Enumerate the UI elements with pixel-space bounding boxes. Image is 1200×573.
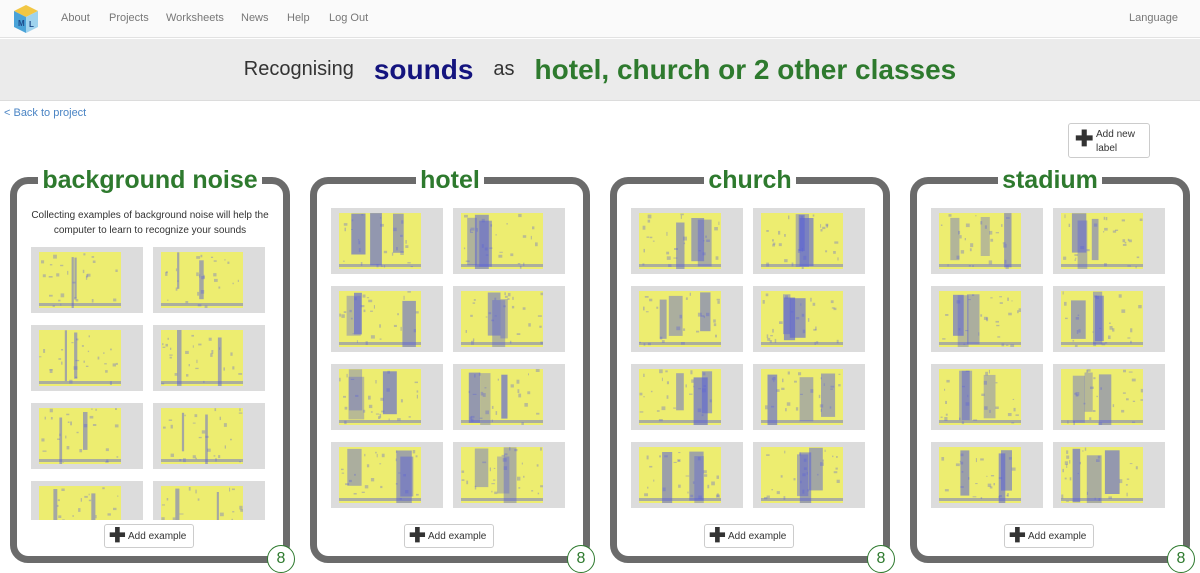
add-example-button[interactable]: ✚ Add example <box>404 524 494 548</box>
example-count-badge: 8 <box>267 545 295 573</box>
ml-cube-logo-icon[interactable]: M L <box>12 3 40 35</box>
sound-example-spectrogram[interactable] <box>31 481 143 520</box>
page-title: Recognising sounds as hotel, church or 2… <box>0 39 1200 101</box>
plus-icon: ✚ <box>709 525 726 547</box>
label-name: background noise <box>38 166 262 194</box>
nav-help[interactable]: Help <box>287 12 310 24</box>
add-example-button[interactable]: ✚ Add example <box>104 524 194 548</box>
sound-example-spectrogram[interactable] <box>453 364 565 430</box>
sound-example-spectrogram[interactable] <box>1053 286 1165 352</box>
nav-worksheets[interactable]: Worksheets <box>166 12 224 24</box>
examples-grid <box>631 208 869 520</box>
label-description: Collecting examples of background noise … <box>31 210 269 236</box>
back-to-project-link[interactable]: < Back to project <box>4 107 86 119</box>
sound-example-spectrogram[interactable] <box>153 325 265 391</box>
example-count-badge: 8 <box>1167 545 1195 573</box>
sound-example-spectrogram[interactable] <box>753 364 865 430</box>
sound-example-spectrogram[interactable] <box>1053 442 1165 508</box>
sound-example-spectrogram[interactable] <box>331 364 443 430</box>
nav-projects[interactable]: Projects <box>109 12 149 24</box>
title-prefix: Recognising <box>243 58 354 80</box>
sound-example-spectrogram[interactable] <box>453 442 565 508</box>
example-count-badge: 8 <box>567 545 595 573</box>
add-new-label-button[interactable]: ✚ Add new label <box>1068 123 1150 158</box>
label-name: church <box>704 166 796 194</box>
example-count-badge: 8 <box>867 545 895 573</box>
add-example-button[interactable]: ✚ Add example <box>704 524 794 548</box>
sound-example-spectrogram[interactable] <box>931 208 1043 274</box>
add-example-text: Add example <box>728 531 787 542</box>
sound-example-spectrogram[interactable] <box>931 286 1043 352</box>
add-example-text: Add example <box>428 531 487 542</box>
sound-example-spectrogram[interactable] <box>153 481 265 520</box>
sound-example-spectrogram[interactable] <box>31 325 143 391</box>
svg-text:M: M <box>18 19 25 28</box>
sound-example-spectrogram[interactable] <box>453 208 565 274</box>
examples-grid <box>931 208 1169 520</box>
add-example-text: Add example <box>1028 531 1087 542</box>
add-new-label-text: Add new label <box>1096 129 1135 154</box>
sound-example-spectrogram[interactable] <box>31 247 143 313</box>
sound-example-spectrogram[interactable] <box>753 286 865 352</box>
sound-example-spectrogram[interactable] <box>1053 364 1165 430</box>
sound-example-spectrogram[interactable] <box>753 442 865 508</box>
examples-grid <box>31 247 269 520</box>
sound-example-spectrogram[interactable] <box>453 286 565 352</box>
sound-example-spectrogram[interactable] <box>331 442 443 508</box>
add-example-button[interactable]: ✚ Add example <box>1004 524 1094 548</box>
label-card-church: church ✚ Add example 8 <box>610 166 895 573</box>
title-project-type: sounds <box>373 53 474 85</box>
nav-log-out[interactable]: Log Out <box>329 12 368 24</box>
sound-example-spectrogram[interactable] <box>331 208 443 274</box>
title-as: as <box>493 58 515 80</box>
sound-example-spectrogram[interactable] <box>931 364 1043 430</box>
sound-example-spectrogram[interactable] <box>631 208 743 274</box>
top-navbar: M L About Projects Worksheets News Help … <box>0 0 1200 38</box>
svg-text:L: L <box>29 20 34 29</box>
title-classes: hotel, church or 2 other classes <box>534 53 957 85</box>
label-card-background-noise: background noise Collecting examples of … <box>10 166 295 573</box>
nav-news[interactable]: News <box>241 12 269 24</box>
sound-example-spectrogram[interactable] <box>753 208 865 274</box>
sound-example-spectrogram[interactable] <box>331 286 443 352</box>
sound-example-spectrogram[interactable] <box>931 442 1043 508</box>
plus-icon: ✚ <box>1009 525 1026 547</box>
sound-example-spectrogram[interactable] <box>153 403 265 469</box>
label-card-hotel: hotel ✚ Add example 8 <box>310 166 595 573</box>
sound-example-spectrogram[interactable] <box>1053 208 1165 274</box>
label-card-stadium: stadium ✚ Add example 8 <box>910 166 1195 573</box>
add-example-text: Add example <box>128 531 187 542</box>
plus-icon: ✚ <box>109 525 126 547</box>
sound-example-spectrogram[interactable] <box>631 286 743 352</box>
plus-icon: ✚ <box>409 525 426 547</box>
sound-example-spectrogram[interactable] <box>31 403 143 469</box>
sound-example-spectrogram[interactable] <box>153 247 265 313</box>
label-name: hotel <box>416 166 484 194</box>
examples-grid <box>331 208 569 520</box>
nav-about[interactable]: About <box>61 12 90 24</box>
label-name: stadium <box>998 166 1102 194</box>
sound-example-spectrogram[interactable] <box>631 442 743 508</box>
language-menu[interactable]: Language <box>1129 12 1178 24</box>
sound-example-spectrogram[interactable] <box>631 364 743 430</box>
plus-icon: ✚ <box>1075 126 1094 151</box>
